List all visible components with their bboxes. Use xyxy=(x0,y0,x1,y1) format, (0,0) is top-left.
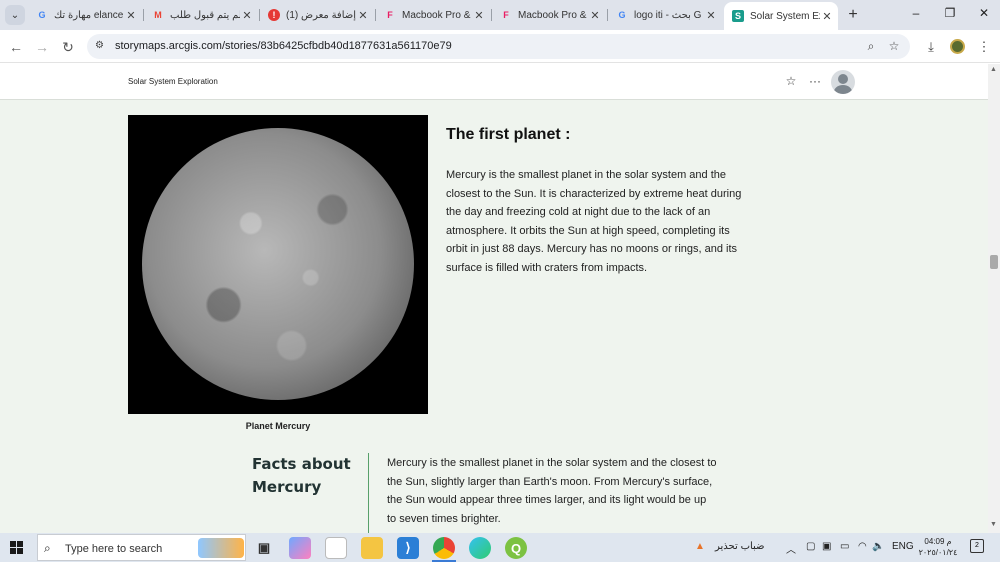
gmail-icon: M xyxy=(154,10,162,20)
search-icon: ⌕ xyxy=(44,541,51,555)
profile-avatar[interactable] xyxy=(950,39,965,54)
close-icon[interactable]: ✕ xyxy=(240,9,254,22)
bookmark-star-icon[interactable]: ☆ xyxy=(886,39,902,53)
google-icon: G xyxy=(38,10,46,20)
browser-tab[interactable]: M لم يتم قبول طلب ✕ xyxy=(144,4,258,26)
wifi-icon[interactable]: ◠ xyxy=(858,541,867,552)
start-tile xyxy=(10,548,16,554)
download-icon[interactable]: ⤓ xyxy=(923,39,939,55)
close-icon[interactable]: ✕ xyxy=(704,9,718,22)
windows-taskbar: ⌕ Type here to search ▣ ⟩ Q ▲ ضباب تحذير… xyxy=(0,533,1000,562)
storymaps-icon: S xyxy=(732,10,744,22)
section-paragraph: Mercury is the smallest planet in the so… xyxy=(446,169,742,274)
address-bar[interactable]: ⚙ storymaps.arcgis.com/stories/83b6425cf… xyxy=(87,34,910,59)
scroll-thumb[interactable] xyxy=(990,255,998,269)
back-button[interactable]: ← xyxy=(7,38,25,56)
minimize-button[interactable]: – xyxy=(906,6,926,20)
browser-tab[interactable]: F Macbook Pro & ✕ xyxy=(376,4,490,26)
close-icon[interactable]: ✕ xyxy=(356,9,370,22)
facts-paragraph: Mercury is the smallest planet in the so… xyxy=(387,457,717,525)
tab-title: مهارة تك elancer xyxy=(54,9,124,21)
scroll-up-icon[interactable]: ▲ xyxy=(990,66,997,73)
restore-button[interactable]: ❐ xyxy=(940,6,960,20)
notifications-icon[interactable]: 2 xyxy=(970,539,984,553)
tab-title: Macbook Pro & xyxy=(402,9,471,21)
avatar-body xyxy=(834,85,852,94)
weather-alert-icon[interactable]: ▲ xyxy=(695,541,705,552)
close-icon[interactable]: ✕ xyxy=(588,9,602,22)
favorite-star-icon[interactable]: ☆ xyxy=(783,74,799,88)
search-highlight-icon xyxy=(198,538,244,558)
close-icon[interactable]: ✕ xyxy=(472,9,486,22)
windows-start-icon[interactable] xyxy=(10,541,24,555)
chrome-icon[interactable] xyxy=(433,537,455,559)
browser-toolbar: ← → ↻ ⚙ storymaps.arcgis.com/stories/83b… xyxy=(0,30,1000,63)
forward-button[interactable]: → xyxy=(33,38,51,56)
figma-icon: F xyxy=(503,10,509,20)
tab-title: logo iti - بحث G xyxy=(634,9,702,21)
browser-tab[interactable]: G logo iti - بحث G ✕ xyxy=(608,4,722,26)
chevron-down-icon: ⌄ xyxy=(10,9,20,21)
new-tab-button[interactable]: + xyxy=(843,5,863,25)
close-window-button[interactable]: ✕ xyxy=(974,6,994,20)
browser-tab[interactable]: F Macbook Pro & ✕ xyxy=(492,4,606,26)
volume-icon[interactable]: 🔈 xyxy=(872,541,884,552)
tab-bar: ⌄ G مهارة تك elancer ✕ M لم يتم قبول طلب… xyxy=(0,0,1000,30)
close-icon[interactable]: ✕ xyxy=(124,9,138,22)
mercury-image xyxy=(128,115,428,414)
site-info-icon[interactable]: ⚙ xyxy=(95,40,107,52)
weather-text[interactable]: ضباب تحذير xyxy=(715,541,765,552)
taskbar-clock[interactable]: 04:09 م ٢٠٢٥/٠١/٢٤ xyxy=(918,536,958,558)
facts-divider xyxy=(368,453,369,533)
browser-tab[interactable]: G مهارة تك elancer ✕ xyxy=(28,4,142,26)
google-icon: G xyxy=(618,10,626,20)
language-indicator[interactable]: ENG xyxy=(892,541,914,552)
browser-tab[interactable]: ! (1) إضافة معرض ✕ xyxy=(260,4,374,26)
tray-app-icon[interactable]: ▣ xyxy=(822,541,831,552)
edge-icon[interactable] xyxy=(469,537,491,559)
start-tile xyxy=(10,541,16,547)
page-scrollbar[interactable]: ▲ ▼ xyxy=(988,64,1000,533)
more-options-icon[interactable]: ··· xyxy=(807,74,823,88)
zoom-icon[interactable]: ⌕ xyxy=(863,39,879,54)
close-icon[interactable]: ✕ xyxy=(820,10,834,23)
clock-time: 04:09 م xyxy=(924,537,952,546)
alert-icon: ! xyxy=(268,9,280,21)
battery-icon[interactable]: ▭ xyxy=(840,541,849,552)
menu-icon[interactable]: ⋮ xyxy=(976,39,992,55)
vscode-icon[interactable]: ⟩ xyxy=(397,537,419,559)
url-text[interactable]: storymaps.arcgis.com/stories/83b6425cfbd… xyxy=(115,40,452,52)
tray-chevron-icon[interactable]: ︿ xyxy=(786,541,796,556)
tab-title: Macbook Pro & xyxy=(518,9,587,21)
story-page: Solar System Exploration ☆ ··· Planet Me… xyxy=(0,64,988,533)
browser-tab-active[interactable]: S Solar System Ex ✕ xyxy=(724,2,838,30)
scroll-down-icon[interactable]: ▼ xyxy=(990,521,997,528)
file-explorer-icon[interactable] xyxy=(361,537,383,559)
facts-title: Facts about Mercury xyxy=(252,455,351,496)
clock-date: ٢٠٢٥/٠١/٢٤ xyxy=(918,548,958,557)
image-caption: Planet Mercury xyxy=(245,421,311,431)
tab-title: لم يتم قبول طلب xyxy=(170,9,240,21)
story-header: Solar System Exploration ☆ ··· xyxy=(0,64,988,100)
task-view-icon[interactable]: ▣ xyxy=(253,537,275,559)
tab-search-button[interactable]: ⌄ xyxy=(5,5,25,25)
start-tile xyxy=(17,548,23,554)
story-title[interactable]: Solar System Exploration xyxy=(128,77,218,86)
copilot-icon[interactable] xyxy=(289,537,311,559)
user-avatar[interactable] xyxy=(831,70,855,94)
qgis-icon[interactable]: Q xyxy=(505,537,527,559)
planet-mercury-graphic xyxy=(142,128,414,400)
notepad-icon[interactable] xyxy=(325,537,347,559)
tab-title: (1) إضافة معرض xyxy=(286,9,356,21)
search-placeholder: Type here to search xyxy=(65,543,163,555)
start-tile xyxy=(17,541,23,547)
reload-button[interactable]: ↻ xyxy=(59,38,77,56)
taskbar-search[interactable]: ⌕ Type here to search xyxy=(37,534,246,561)
tray-app-icon[interactable]: ▢ xyxy=(806,541,815,552)
figma-icon: F xyxy=(387,10,393,20)
section-heading: The first planet : xyxy=(446,126,571,143)
avatar-head xyxy=(838,74,848,84)
tab-title: Solar System Ex xyxy=(750,10,820,22)
